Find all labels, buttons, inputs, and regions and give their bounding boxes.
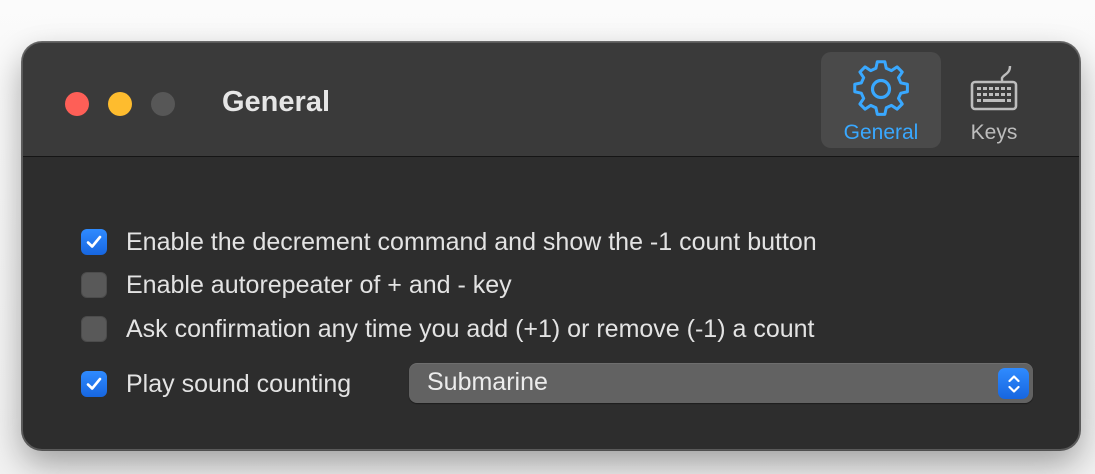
title-bar: General General Keys <box>23 43 1079 157</box>
option-row-decrement: Enable the decrement command and show th… <box>81 227 817 257</box>
up-down-chevron-icon <box>998 368 1029 399</box>
gear-icon <box>851 60 911 125</box>
sound-select-value: Submarine <box>427 368 548 396</box>
desktop-background: General General Keys Enable the decremen… <box>0 0 1095 474</box>
option-row-autorepeat: Enable autorepeater of + and - key <box>81 270 512 300</box>
keyboard-icon <box>964 60 1024 125</box>
window-title: General <box>222 86 330 118</box>
confirmation-label: Ask confirmation any time you add (+1) o… <box>126 314 815 343</box>
option-row-confirmation: Ask confirmation any time you add (+1) o… <box>81 314 815 344</box>
minimize-button[interactable] <box>108 92 132 116</box>
checkmark-icon <box>86 235 102 248</box>
close-button[interactable] <box>65 92 89 116</box>
option-row-sound: Play sound counting <box>81 369 351 399</box>
sound-checkbox[interactable] <box>81 371 107 397</box>
tab-keys-label: Keys <box>970 121 1018 144</box>
autorepeat-checkbox[interactable] <box>81 272 107 298</box>
checkmark-icon <box>86 377 102 390</box>
decrement-label: Enable the decrement command and show th… <box>126 227 817 256</box>
decrement-checkbox[interactable] <box>81 229 107 255</box>
autorepeat-label: Enable autorepeater of + and - key <box>126 270 512 299</box>
tab-keys[interactable]: Keys <box>951 52 1037 148</box>
confirmation-checkbox[interactable] <box>81 316 107 342</box>
preferences-window: General General Keys Enable the decremen… <box>22 42 1080 450</box>
sound-select[interactable]: Submarine <box>409 363 1033 403</box>
tab-general-label: General <box>843 121 919 144</box>
sound-label: Play sound counting <box>126 369 352 398</box>
zoom-button <box>151 92 175 116</box>
tab-general[interactable]: General <box>821 52 941 148</box>
